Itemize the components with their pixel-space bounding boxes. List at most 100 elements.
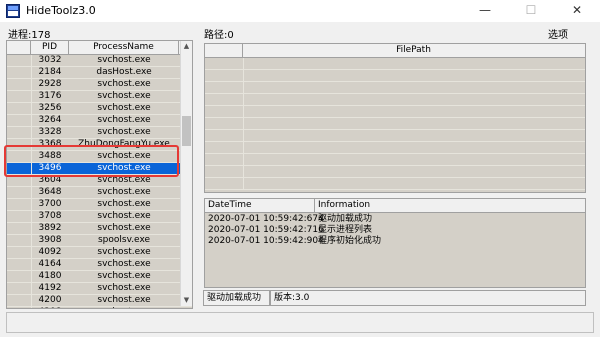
column-header-filepath[interactable]: FilePath <box>243 44 584 57</box>
processname-cell: svchost.exe <box>97 283 151 293</box>
minimize-icon: — <box>479 3 491 17</box>
close-button[interactable]: ✕ <box>554 0 600 22</box>
row-blank-cell <box>7 127 32 138</box>
process-row[interactable]: 4192 svchost.exe <box>7 283 192 295</box>
row-blank-cell <box>205 106 244 117</box>
row-blank-cell <box>205 166 244 177</box>
log-information: 程序初始化成功 <box>318 236 382 246</box>
column-header-processname[interactable]: ProcessName <box>69 41 179 54</box>
process-row[interactable]: 3032 svchost.exe <box>7 55 192 67</box>
row-blank-cell <box>7 283 32 294</box>
processname-cell: svchost.exe <box>97 187 151 197</box>
pid-cell: 3700 <box>38 199 62 209</box>
filepath-row[interactable] <box>205 118 585 130</box>
process-row[interactable]: 3256 svchost.exe <box>7 103 192 115</box>
row-blank-cell <box>7 247 32 258</box>
process-row[interactable]: 2928 svchost.exe <box>7 79 192 91</box>
maximize-icon: ☐ <box>525 3 537 17</box>
log-row[interactable]: 2020-07-01 10:59:42:716 显示进程列表 <box>205 225 585 236</box>
options-menu[interactable]: 选项 <box>548 26 568 41</box>
filepath-row[interactable] <box>205 130 585 142</box>
row-blank-cell <box>205 142 244 153</box>
process-row[interactable]: 4092 svchost.exe <box>7 247 192 259</box>
pid-cell: 3648 <box>38 187 62 197</box>
bottom-status-bar <box>6 312 594 333</box>
filepath-row[interactable] <box>205 106 585 118</box>
highlight-annotation-box <box>4 145 179 177</box>
log-information: 驱动加载成功 <box>318 214 373 224</box>
pid-cell: 3176 <box>38 91 62 101</box>
process-list-header: PID ProcessName <box>7 41 192 55</box>
version-status: 版本:3.0 <box>270 290 586 306</box>
maximize-button[interactable]: ☐ <box>508 0 554 22</box>
process-row[interactable]: 4208svchost.exe <box>7 307 192 308</box>
process-row[interactable]: 3264 svchost.exe <box>7 115 192 127</box>
log-row[interactable]: 2020-07-01 10:59:42:674 驱动加载成功 <box>205 214 585 225</box>
column-header-pid[interactable]: PID <box>31 41 69 54</box>
driver-status: 驱动加载成功 <box>203 290 270 306</box>
log-datetime: 2020-07-01 10:59:42:674 <box>208 214 324 224</box>
row-blank-cell <box>7 199 32 210</box>
filepath-rows <box>205 58 585 190</box>
minimize-button[interactable]: — <box>462 0 508 22</box>
column-header-information[interactable]: Information <box>315 199 584 212</box>
pid-cell: 3908 <box>38 235 62 245</box>
processname-cell: svchost.exe <box>97 211 151 221</box>
scroll-down-icon[interactable]: ▼ <box>181 295 192 306</box>
process-list-scrollbar[interactable]: ▲ ▼ <box>180 41 192 306</box>
pid-cell: 2928 <box>38 79 62 89</box>
row-blank-cell <box>7 67 32 78</box>
filepath-row[interactable] <box>205 82 585 94</box>
row-blank-cell <box>7 223 32 234</box>
pid-cell: 3256 <box>38 103 62 113</box>
filepath-row[interactable] <box>205 58 585 70</box>
row-blank-cell <box>7 79 32 90</box>
log-datetime: 2020-07-01 10:59:42:716 <box>208 225 324 235</box>
filepath-row[interactable] <box>205 178 585 190</box>
filepath-row[interactable] <box>205 166 585 178</box>
row-blank-cell <box>205 178 244 189</box>
row-blank-cell <box>205 70 244 81</box>
process-row[interactable]: 3908 spoolsv.exe <box>7 235 192 247</box>
row-blank-cell <box>7 211 32 222</box>
row-blank-cell <box>205 94 244 105</box>
processname-cell: svchost.exe <box>97 103 151 113</box>
filepath-row[interactable] <box>205 70 585 82</box>
filepath-list[interactable]: FilePath <box>204 43 586 193</box>
process-row[interactable]: 3648 svchost.exe <box>7 187 192 199</box>
log-list[interactable]: DateTime Information 2020-07-01 10:59:42… <box>204 198 586 288</box>
process-row[interactable]: 4180 svchost.exe <box>7 271 192 283</box>
process-row[interactable]: 2184 dasHost.exe <box>7 67 192 79</box>
log-row[interactable]: 2020-07-01 10:59:42:904 程序初始化成功 <box>205 236 585 247</box>
process-row[interactable]: 4164 svchost.exe <box>7 259 192 271</box>
pid-cell: 3328 <box>38 127 62 137</box>
process-row[interactable]: 3892 svchost.exe <box>7 223 192 235</box>
process-row[interactable]: 4200 svchost.exe <box>7 295 192 307</box>
process-row[interactable]: 3176 svchost.exe <box>7 91 192 103</box>
filepath-header: FilePath <box>205 44 585 58</box>
pid-cell: 3892 <box>38 223 62 233</box>
processname-cell: svchost.exe <box>97 127 151 137</box>
pid-cell: 4164 <box>38 259 62 269</box>
processname-cell: svchost.exe <box>69 307 179 308</box>
processname-cell: spoolsv.exe <box>97 235 151 245</box>
process-row[interactable]: 3328 svchost.exe <box>7 127 192 139</box>
row-blank-cell <box>205 130 244 141</box>
app-icon <box>6 4 20 18</box>
filepath-row[interactable] <box>205 94 585 106</box>
filepath-row[interactable] <box>205 154 585 166</box>
scroll-up-icon[interactable]: ▲ <box>181 41 192 52</box>
processname-cell: svchost.exe <box>97 271 151 281</box>
row-blank-cell <box>7 235 32 246</box>
process-row[interactable]: 3708 svchost.exe <box>7 211 192 223</box>
row-blank-cell <box>7 91 32 102</box>
process-row[interactable]: 3700 svchost.exe <box>7 199 192 211</box>
row-blank-cell <box>7 103 32 114</box>
column-header-datetime[interactable]: DateTime <box>205 199 315 212</box>
scrollbar-thumb[interactable] <box>182 116 191 146</box>
row-blank-cell <box>7 259 32 270</box>
header-blank <box>205 44 243 57</box>
log-information: 显示进程列表 <box>318 225 373 235</box>
filepath-row[interactable] <box>205 142 585 154</box>
pid-cell: 4208 <box>31 307 69 308</box>
